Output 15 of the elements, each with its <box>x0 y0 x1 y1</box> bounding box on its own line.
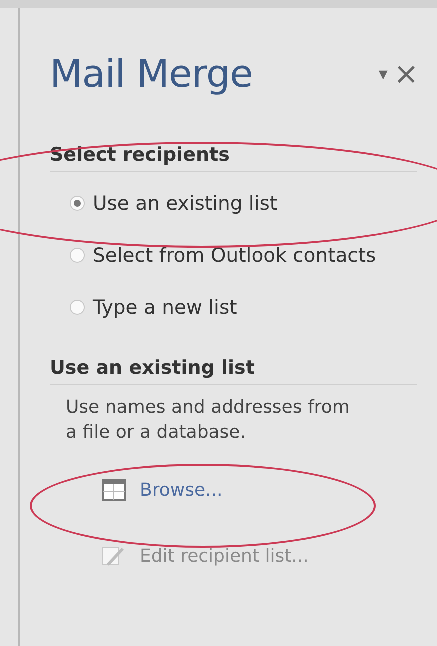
section-description: Use names and addresses from a file or a database. <box>66 396 351 445</box>
section-heading: Use an existing list <box>50 357 417 385</box>
radio-button[interactable] <box>70 300 85 315</box>
table-icon <box>102 479 126 501</box>
pane-title: Mail Merge <box>50 52 253 96</box>
radio-label[interactable]: Select from Outlook contacts <box>93 244 376 267</box>
radio-button[interactable] <box>70 196 85 211</box>
radio-button[interactable] <box>70 248 85 263</box>
radio-label[interactable]: Use an existing list <box>93 192 278 215</box>
section-heading: Select recipients <box>50 144 417 172</box>
close-button[interactable]: × <box>394 56 419 92</box>
radio-label[interactable]: Type a new list <box>93 296 238 319</box>
pane-menu-button[interactable]: ▾ <box>378 64 388 84</box>
pencil-edit-icon <box>102 545 126 567</box>
action-link[interactable]: Browse... <box>102 479 437 501</box>
